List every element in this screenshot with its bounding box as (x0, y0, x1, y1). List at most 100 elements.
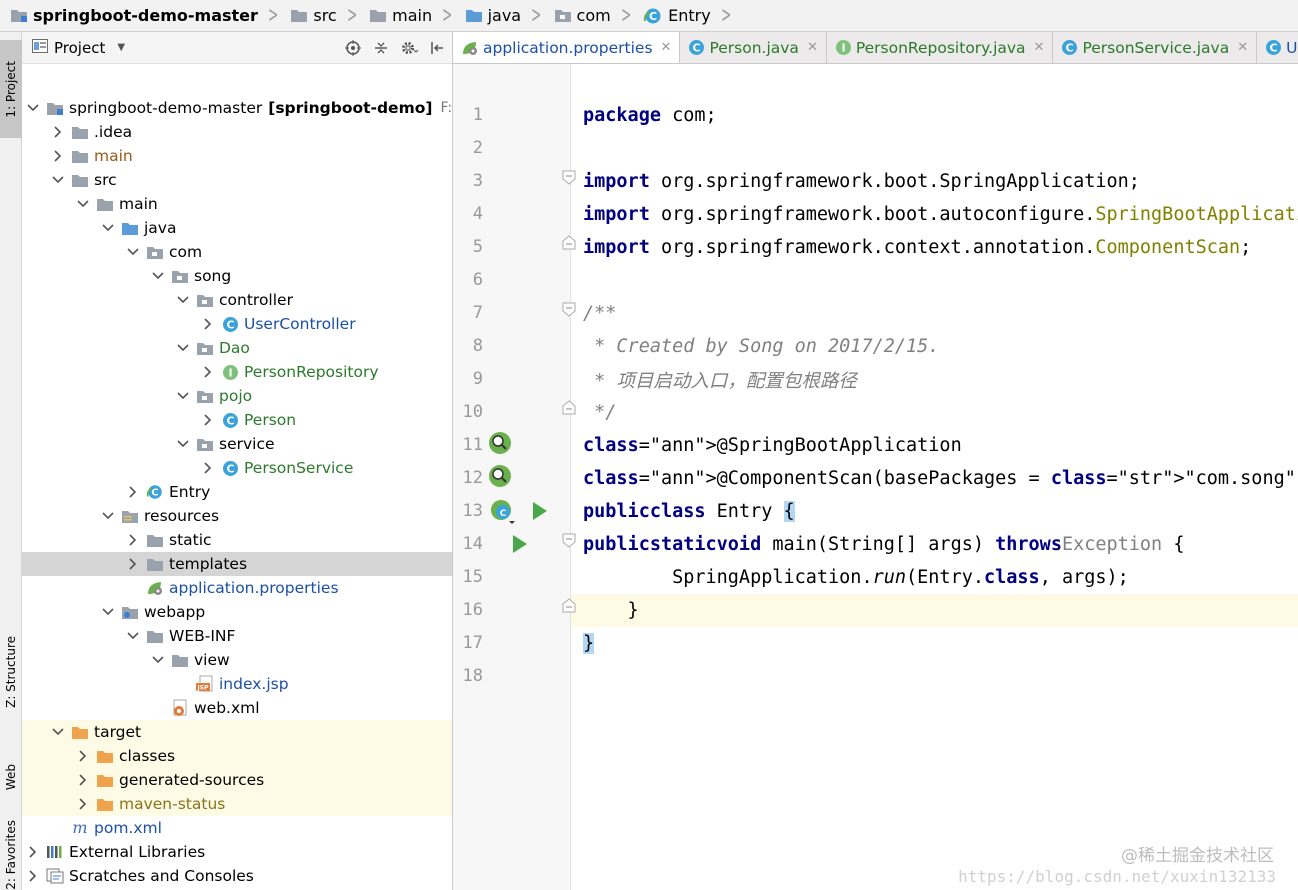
tree-node[interactable]: springboot-demo-master [springboot-demo] F… (22, 96, 452, 120)
collapsed-chevron-icon[interactable] (126, 528, 140, 552)
project-panel-title[interactable]: Project (54, 39, 105, 57)
tree-node[interactable]: generated-sources (22, 768, 452, 792)
expanded-chevron-icon[interactable] (176, 432, 190, 456)
settings-gear-icon[interactable] (400, 39, 418, 57)
collapsed-chevron-icon[interactable] (201, 408, 215, 432)
tree-node[interactable]: main (22, 144, 452, 168)
tree-node[interactable]: song (22, 264, 452, 288)
breadcrumb-item[interactable]: main (367, 0, 434, 32)
view-selector-chevron-down-icon[interactable]: ▼ (117, 42, 125, 53)
locate-target-icon[interactable] (344, 39, 362, 57)
code-line[interactable]: /** (583, 297, 616, 330)
collapsed-chevron-icon[interactable] (126, 480, 140, 504)
code-line[interactable]: class ="ann">@ComponentScan(basePackages … (583, 462, 1298, 495)
expanded-chevron-icon[interactable] (51, 168, 65, 192)
collapsed-chevron-icon[interactable] (126, 552, 140, 576)
project-tool-tab[interactable]: 1: Project (0, 40, 22, 138)
tree-node[interactable]: view (22, 648, 452, 672)
code-line[interactable]: import org.springframework.boot.autoconf… (583, 198, 1298, 231)
tree-node[interactable]: WEB-INF (22, 624, 452, 648)
tree-node[interactable]: pojo (22, 384, 452, 408)
code-line[interactable]: * 项目启动入口，配置包根路径 (583, 363, 857, 396)
tree-node[interactable]: C Person (22, 408, 452, 432)
tree-node[interactable]: service (22, 432, 452, 456)
collapsed-chevron-icon[interactable] (51, 144, 65, 168)
close-tab-icon[interactable]: ✕ (1237, 40, 1248, 55)
tree-node[interactable]: maven-status (22, 792, 452, 816)
collapsed-chevron-icon[interactable] (201, 360, 215, 384)
editor-tab[interactable]: C PersonService.java ✕ (1053, 32, 1258, 63)
tree-node[interactable]: C UserController (22, 312, 452, 336)
tree-node[interactable]: java (22, 216, 452, 240)
collapsed-chevron-icon[interactable] (201, 312, 215, 336)
tree-node[interactable]: .idea (22, 120, 452, 144)
expanded-chevron-icon[interactable] (176, 336, 190, 360)
collapsed-chevron-icon[interactable] (76, 744, 90, 768)
breadcrumb-item[interactable]: com (552, 0, 613, 32)
tree-node[interactable]: main (22, 192, 452, 216)
collapsed-chevron-icon[interactable] (51, 120, 65, 144)
expanded-chevron-icon[interactable] (101, 504, 115, 528)
tree-node[interactable]: I PersonRepository (22, 360, 452, 384)
expanded-chevron-icon[interactable] (51, 720, 65, 744)
expanded-chevron-icon[interactable] (151, 264, 165, 288)
spring-bean-navigation-icon[interactable] (487, 431, 513, 455)
editor-tab[interactable]: C UserCo (1257, 32, 1298, 63)
expanded-chevron-icon[interactable] (126, 624, 140, 648)
collapsed-chevron-icon[interactable] (26, 840, 40, 864)
code-line[interactable]: import org.springframework.boot.SpringAp… (583, 165, 1140, 198)
tree-node[interactable]: templates (22, 552, 452, 576)
tree-node[interactable]: target (22, 720, 452, 744)
code-line[interactable]: class ="ann">@SpringBootApplication (583, 429, 962, 462)
code-line[interactable]: } (583, 594, 639, 627)
expanded-chevron-icon[interactable] (101, 600, 115, 624)
tree-node[interactable]: External Libraries (22, 840, 452, 864)
expanded-chevron-icon[interactable] (126, 240, 140, 264)
code-area[interactable]: package com; import org.springframework.b… (571, 64, 1298, 890)
collapsed-chevron-icon[interactable] (76, 768, 90, 792)
breadcrumb-item[interactable]: springboot-demo-master (8, 0, 260, 32)
code-line[interactable]: SpringApplication. run (Entry. class, args)… (583, 561, 1129, 594)
breadcrumb-item[interactable]: src (288, 0, 338, 32)
tree-node[interactable]: Dao (22, 336, 452, 360)
web-tool-tab[interactable]: Web (0, 732, 22, 822)
tree-node[interactable]: classes (22, 744, 452, 768)
spring-class-gutter-icon[interactable]: C (489, 499, 515, 525)
code-line[interactable]: public class Entry { (583, 495, 795, 528)
code-line[interactable]: } (583, 627, 595, 660)
tree-node[interactable]: resources (22, 504, 452, 528)
breadcrumb-item[interactable]: C Entry (641, 0, 713, 32)
collapsed-chevron-icon[interactable] (76, 792, 90, 816)
close-tab-icon[interactable]: ✕ (1034, 40, 1045, 55)
collapsed-chevron-icon[interactable] (201, 456, 215, 480)
tree-node[interactable]: com (22, 240, 452, 264)
tree-node[interactable]: application.properties (22, 576, 452, 600)
spring-bean-navigation-icon[interactable] (487, 464, 513, 488)
expanded-chevron-icon[interactable] (76, 192, 90, 216)
tree-node[interactable]: webapp (22, 600, 452, 624)
close-tab-icon[interactable]: ✕ (661, 40, 672, 55)
run-main-icon[interactable] (511, 534, 529, 554)
collapse-all-icon[interactable] (372, 39, 390, 57)
favorites-tool-tab[interactable]: 2: Favorites (0, 820, 22, 890)
close-tab-icon[interactable]: ✕ (807, 40, 818, 55)
hide-panel-icon[interactable] (428, 39, 446, 57)
tree-node[interactable]: web.xml (22, 696, 452, 720)
tree-node[interactable]: JSP index.jsp (22, 672, 452, 696)
run-class-icon[interactable] (531, 501, 549, 521)
expanded-chevron-icon[interactable] (176, 384, 190, 408)
expanded-chevron-icon[interactable] (176, 288, 190, 312)
tree-node[interactable]: Scratches and Consoles (22, 864, 452, 888)
code-line[interactable]: import org.springframework.context.annot… (583, 231, 1251, 264)
editor-tab[interactable]: application.properties ✕ (453, 32, 681, 63)
structure-tool-tab[interactable]: Z: Structure (0, 612, 22, 732)
code-line[interactable]: */ (583, 396, 616, 429)
editor-tab[interactable]: I PersonRepository.java ✕ (827, 32, 1054, 63)
breadcrumb-item[interactable]: java (463, 0, 524, 32)
expanded-chevron-icon[interactable] (101, 216, 115, 240)
tree-node[interactable]: src (22, 168, 452, 192)
tree-node[interactable]: controller (22, 288, 452, 312)
tree-node[interactable]: static (22, 528, 452, 552)
tree-node[interactable]: C Entry (22, 480, 452, 504)
code-line[interactable]: package com; (583, 99, 717, 132)
